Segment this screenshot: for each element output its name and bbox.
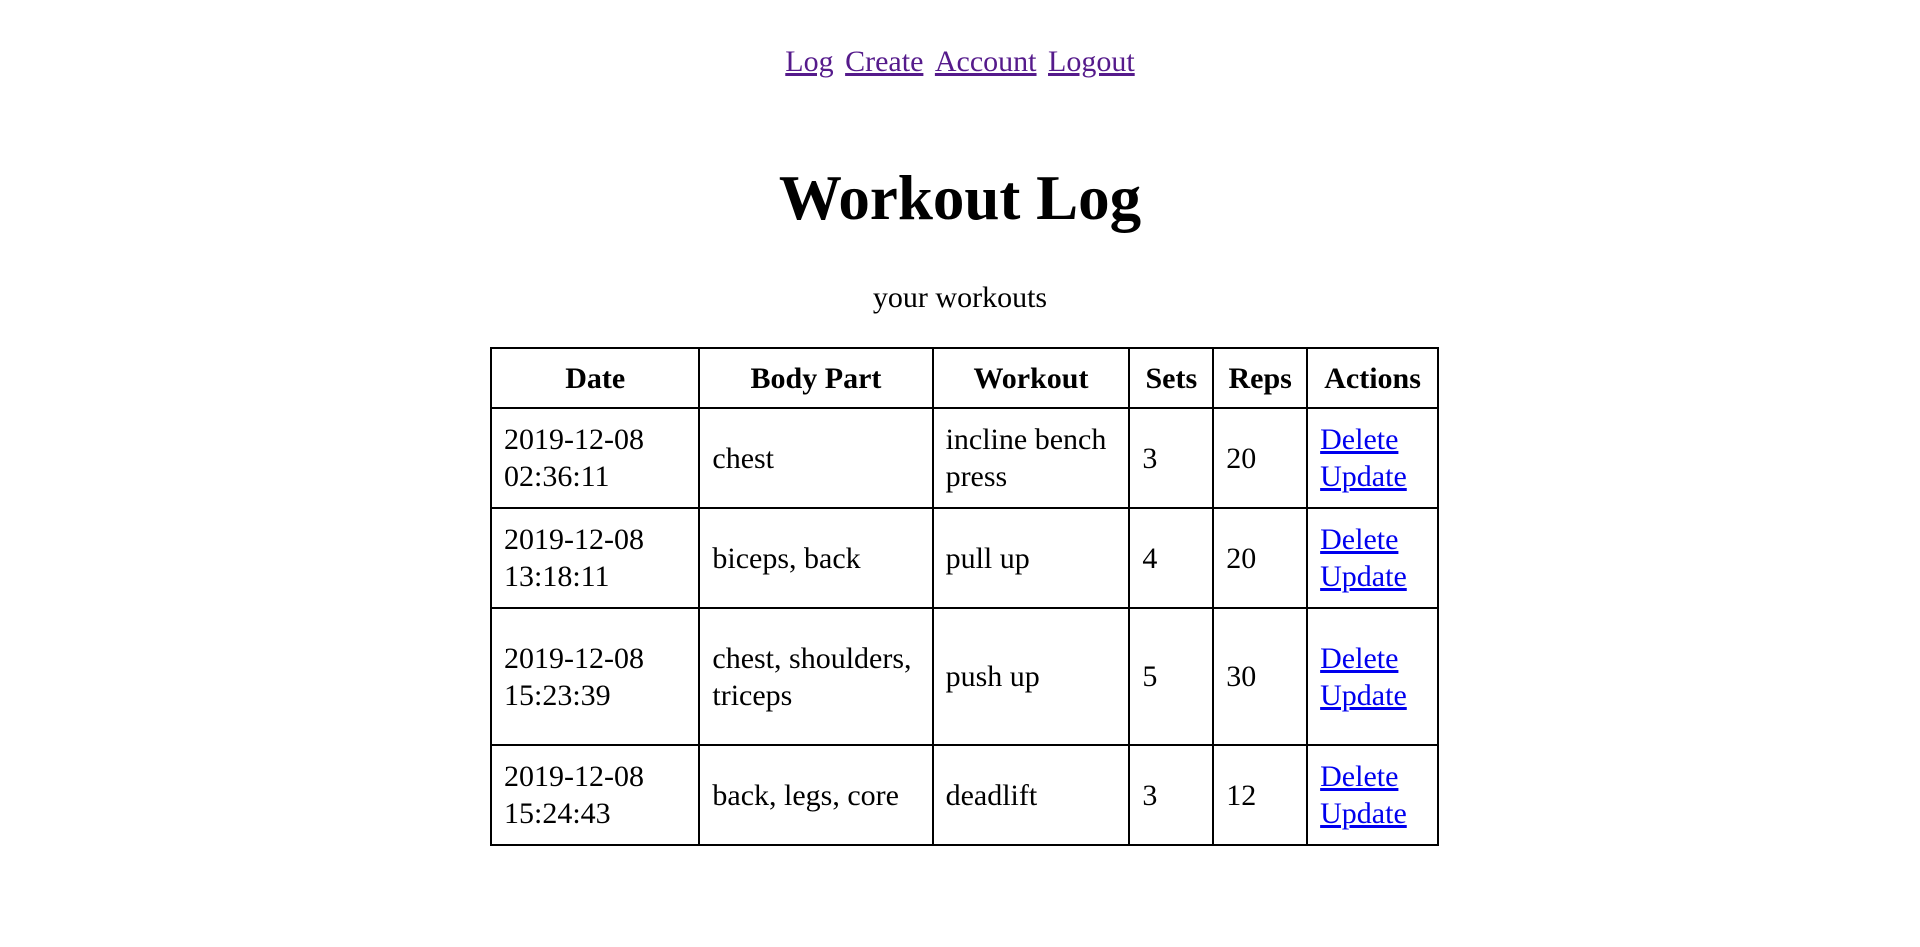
delete-link[interactable]: Delete (1320, 758, 1425, 795)
cell-workout: pull up (931, 507, 1131, 609)
top-nav: Log Create Account Logout (0, 44, 1920, 80)
cell-actions: Delete Update (1306, 744, 1439, 846)
table-row: 2019-12-08 15:23:39 chest, shoulders, tri… (489, 607, 1439, 746)
update-link[interactable]: Update (1320, 677, 1425, 714)
update-link[interactable]: Update (1320, 795, 1425, 832)
page-subtitle: your workouts (872, 281, 1048, 314)
header-date: Date (489, 347, 701, 409)
cell-date: 2019-12-08 15:24:43 (489, 744, 701, 846)
cell-workout: deadlift (931, 744, 1131, 846)
cell-sets: 4 (1128, 507, 1215, 609)
header-body-part: Body Part (698, 347, 934, 409)
date-day: 2019-12-08 (504, 760, 644, 793)
workout-table: Date Body Part Workout Sets Reps Actions… (489, 347, 1439, 846)
delete-link[interactable]: Delete (1320, 421, 1425, 458)
date-time: 13:18:11 (504, 560, 610, 593)
date-time: 15:23:39 (504, 678, 611, 712)
cell-body-part: chest (698, 407, 934, 509)
cell-date: 2019-12-08 13:18:11 (489, 507, 701, 609)
header-reps: Reps (1212, 347, 1309, 409)
date-time: 02:36:11 (504, 460, 610, 493)
table-header-row: Date Body Part Workout Sets Reps Actions (489, 347, 1439, 409)
cell-reps: 20 (1212, 407, 1309, 509)
table-row: 2019-12-08 15:24:43 back, legs, core dead… (489, 744, 1439, 846)
delete-link[interactable]: Delete (1320, 521, 1425, 558)
header-sets: Sets (1128, 347, 1215, 409)
cell-workout: incline bench press (931, 407, 1131, 509)
header-workout: Workout (931, 347, 1131, 409)
cell-sets: 3 (1128, 744, 1215, 846)
delete-link[interactable]: Delete (1320, 640, 1425, 677)
table-row: 2019-12-08 02:36:11 chest incline bench p… (489, 407, 1439, 509)
cell-reps: 30 (1212, 607, 1309, 746)
cell-body-part: back, legs, core (698, 744, 934, 846)
nav-link-log[interactable]: Log (785, 45, 833, 78)
cell-body-part: chest, shoulders, triceps (698, 607, 934, 746)
nav-link-logout[interactable]: Logout (1048, 45, 1135, 78)
date-day: 2019-12-08 (504, 641, 644, 675)
cell-actions: Delete Update (1306, 607, 1439, 746)
cell-reps: 20 (1212, 507, 1309, 609)
update-link[interactable]: Update (1320, 458, 1425, 495)
update-link[interactable]: Update (1320, 558, 1425, 595)
cell-sets: 3 (1128, 407, 1215, 509)
table-row: 2019-12-08 13:18:11 biceps, back pull up … (489, 507, 1439, 609)
header-actions: Actions (1306, 347, 1439, 409)
nav-link-account[interactable]: Account (935, 45, 1037, 78)
cell-body-part: biceps, back (698, 507, 934, 609)
date-day: 2019-12-08 (504, 423, 644, 456)
cell-actions: Delete Update (1306, 507, 1439, 609)
date-day: 2019-12-08 (504, 523, 644, 556)
cell-date: 2019-12-08 15:23:39 (489, 607, 701, 746)
nav-link-create[interactable]: Create (845, 45, 923, 78)
page-title: Workout Log (778, 163, 1142, 233)
page: Log Create Account Logout Workout Log yo… (0, 0, 1920, 947)
cell-sets: 5 (1128, 607, 1215, 746)
cell-reps: 12 (1212, 744, 1309, 846)
cell-workout: push up (931, 607, 1131, 746)
cell-date: 2019-12-08 02:36:11 (489, 407, 701, 509)
date-time: 15:24:43 (504, 797, 611, 830)
cell-actions: Delete Update (1306, 407, 1439, 509)
